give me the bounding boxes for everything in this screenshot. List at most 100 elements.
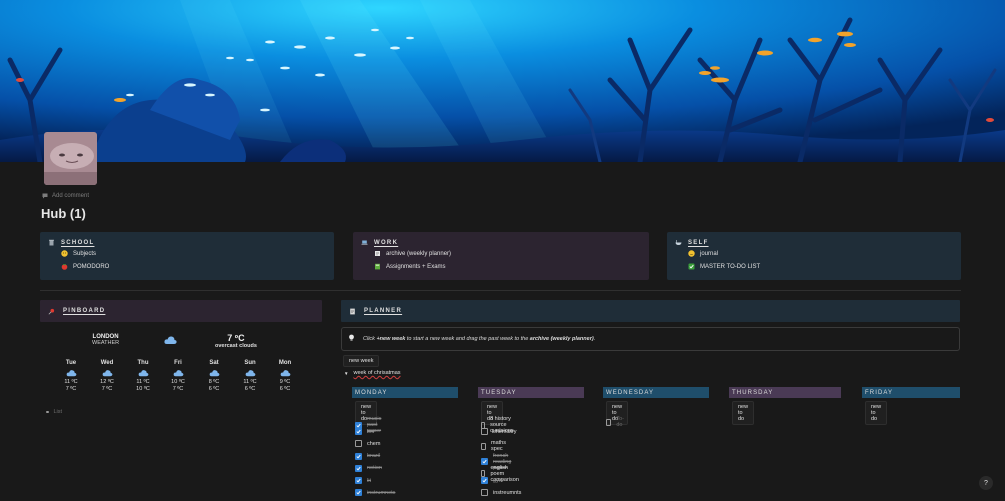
forecast-low: 7 ºC bbox=[101, 386, 113, 392]
forecast-low: 7 ºC bbox=[172, 386, 184, 392]
todo-label: lit bbox=[367, 477, 371, 484]
pinboard-title[interactable]: PINBOARD bbox=[63, 308, 105, 314]
todo-item[interactable]: chem bbox=[355, 440, 380, 448]
link-assignments-exams[interactable]: Assignments + Exams bbox=[374, 263, 446, 270]
checkbox[interactable] bbox=[355, 440, 362, 448]
planner-header: PLANNER bbox=[341, 300, 960, 322]
weather-location: LONDON WEATHER bbox=[92, 334, 119, 346]
todo-item[interactable]: brazil bbox=[355, 452, 381, 460]
pushpin-icon bbox=[48, 308, 55, 315]
link-pomodoro[interactable]: POMODORO bbox=[61, 263, 109, 270]
toggle-arrow-icon: ▼ bbox=[344, 370, 349, 376]
cover-image bbox=[0, 0, 1005, 162]
new-to-do-button[interactable]: new to do bbox=[732, 401, 755, 425]
new-week-button[interactable]: new week bbox=[343, 355, 380, 367]
checkbox-checked[interactable] bbox=[355, 428, 362, 436]
checkbox[interactable] bbox=[481, 428, 488, 436]
planner-column-header[interactable]: THURSDAY bbox=[729, 387, 841, 398]
tomato-icon bbox=[61, 263, 68, 270]
checkbox-checked[interactable] bbox=[481, 477, 488, 484]
planner-column-header[interactable]: FRIDAY bbox=[862, 387, 960, 398]
link-label: Assignments + Exams bbox=[386, 263, 446, 270]
todo-item[interactable]: chemistry bbox=[481, 428, 517, 436]
todo-label: gym bbox=[493, 477, 504, 484]
divider bbox=[40, 290, 961, 291]
todo-label: maths spec bbox=[491, 440, 506, 453]
weather-current: 7 ºC overcast clouds bbox=[215, 333, 257, 349]
todo-item[interactable]: maths spec bbox=[481, 440, 508, 452]
page-icon-avatar[interactable] bbox=[44, 132, 97, 185]
link-master-to-do-list[interactable]: MASTER TO-DO LIST bbox=[688, 263, 760, 270]
link-label: POMODORO bbox=[73, 263, 110, 270]
checkbox-checked[interactable] bbox=[355, 489, 362, 497]
forecast-low: 10 ºC bbox=[136, 386, 150, 392]
todo-item[interactable]: notion bbox=[355, 464, 382, 472]
cloud-icon bbox=[164, 335, 177, 347]
forecast-day: Tue 11 ºC 7 ºC bbox=[54, 360, 88, 393]
forecast-high: 11 ºC bbox=[243, 379, 257, 385]
todo-item[interactable]: lit bbox=[355, 477, 371, 484]
self-card: SELF journal MASTER TO-DO LIST bbox=[667, 232, 961, 280]
todo-item[interactable]: instreumnts bbox=[481, 489, 521, 497]
planner-callout: Click +new week to start a new week and … bbox=[341, 327, 960, 351]
forecast-day-name: Thu bbox=[137, 360, 149, 366]
cloud-icon bbox=[245, 370, 255, 377]
green-book-icon bbox=[374, 263, 381, 270]
link-archive-weekly-planner[interactable]: archive (weekly planner) bbox=[374, 250, 451, 257]
new-to-do-button[interactable]: new to do bbox=[865, 401, 888, 425]
cloud-icon bbox=[209, 370, 219, 377]
forecast-low: 6 ºC bbox=[208, 386, 220, 392]
checkbox-checked[interactable] bbox=[355, 452, 362, 460]
empty-list-item[interactable]: List bbox=[46, 409, 62, 415]
work-card: WORK archive (weekly planner) Assignment… bbox=[353, 232, 649, 280]
smiling-face-icon bbox=[688, 250, 695, 257]
self-title[interactable]: SELF bbox=[688, 240, 709, 246]
planner-column-header[interactable]: WEDNESDAY bbox=[603, 387, 709, 398]
callout-text-part: Click bbox=[363, 336, 377, 342]
checkbox[interactable] bbox=[606, 418, 612, 426]
weather-widget[interactable]: LONDON WEATHER 7 ºC overcast clouds Tue … bbox=[40, 330, 322, 410]
forecast-day: Fri 10 ºC 7 ºC bbox=[161, 360, 195, 393]
forecast-high: 11 ºC bbox=[64, 379, 78, 385]
page-icon bbox=[349, 308, 356, 315]
bullet-icon bbox=[46, 410, 49, 414]
forecast-day-name: Wed bbox=[100, 360, 114, 366]
cloud-icon bbox=[138, 370, 148, 377]
cloud-icon bbox=[173, 370, 183, 377]
work-title[interactable]: WORK bbox=[374, 240, 398, 246]
forecast-high: 9 ºC bbox=[279, 379, 291, 385]
lightbulb-icon bbox=[348, 334, 355, 344]
todo-item[interactable]: To-do bbox=[606, 416, 626, 428]
todo-label: notion bbox=[367, 465, 382, 472]
todo-item[interactable]: gym bbox=[481, 477, 503, 484]
todo-item[interactable]: instrumnets bbox=[355, 489, 395, 497]
checkbox-checked[interactable] bbox=[355, 464, 362, 472]
link-journal[interactable]: journal bbox=[688, 250, 718, 257]
todo-item[interactable]: bio bbox=[355, 428, 374, 436]
add-comment-label: Add comment bbox=[52, 193, 90, 199]
link-label: Subjects bbox=[73, 250, 97, 257]
spiral-note-icon bbox=[374, 250, 381, 257]
page-title[interactable]: Hub (1) bbox=[41, 206, 86, 221]
school-title[interactable]: SCHOOL bbox=[61, 240, 94, 246]
laptop-icon bbox=[361, 239, 368, 246]
week-toggle[interactable]: ▼ week of chrisatmas bbox=[344, 370, 401, 376]
forecast-high: 8 ºC bbox=[208, 379, 220, 385]
cloud-icon bbox=[102, 370, 112, 377]
checkbox-checked[interactable] bbox=[355, 477, 362, 484]
planner-column-header[interactable]: MONDAY bbox=[352, 387, 458, 398]
forecast-day-name: Tue bbox=[65, 360, 77, 366]
link-subjects[interactable]: Subjects bbox=[61, 250, 96, 257]
planner-title[interactable]: PLANNER bbox=[364, 308, 402, 314]
weather-temp: 7 ºC bbox=[227, 333, 245, 343]
list-placeholder: List bbox=[53, 409, 63, 415]
planner-column-header[interactable]: TUESDAY bbox=[478, 387, 584, 398]
checkbox[interactable] bbox=[481, 489, 488, 497]
link-label: MASTER TO-DO LIST bbox=[700, 263, 761, 270]
callout-text-bold: +new week bbox=[376, 336, 406, 342]
add-comment-button[interactable]: Add comment bbox=[42, 193, 89, 199]
todo-label: brazil bbox=[367, 453, 381, 460]
forecast-high: 12 ºC bbox=[100, 379, 114, 385]
help-button[interactable]: ? bbox=[979, 476, 993, 490]
checkbox[interactable] bbox=[481, 442, 487, 450]
